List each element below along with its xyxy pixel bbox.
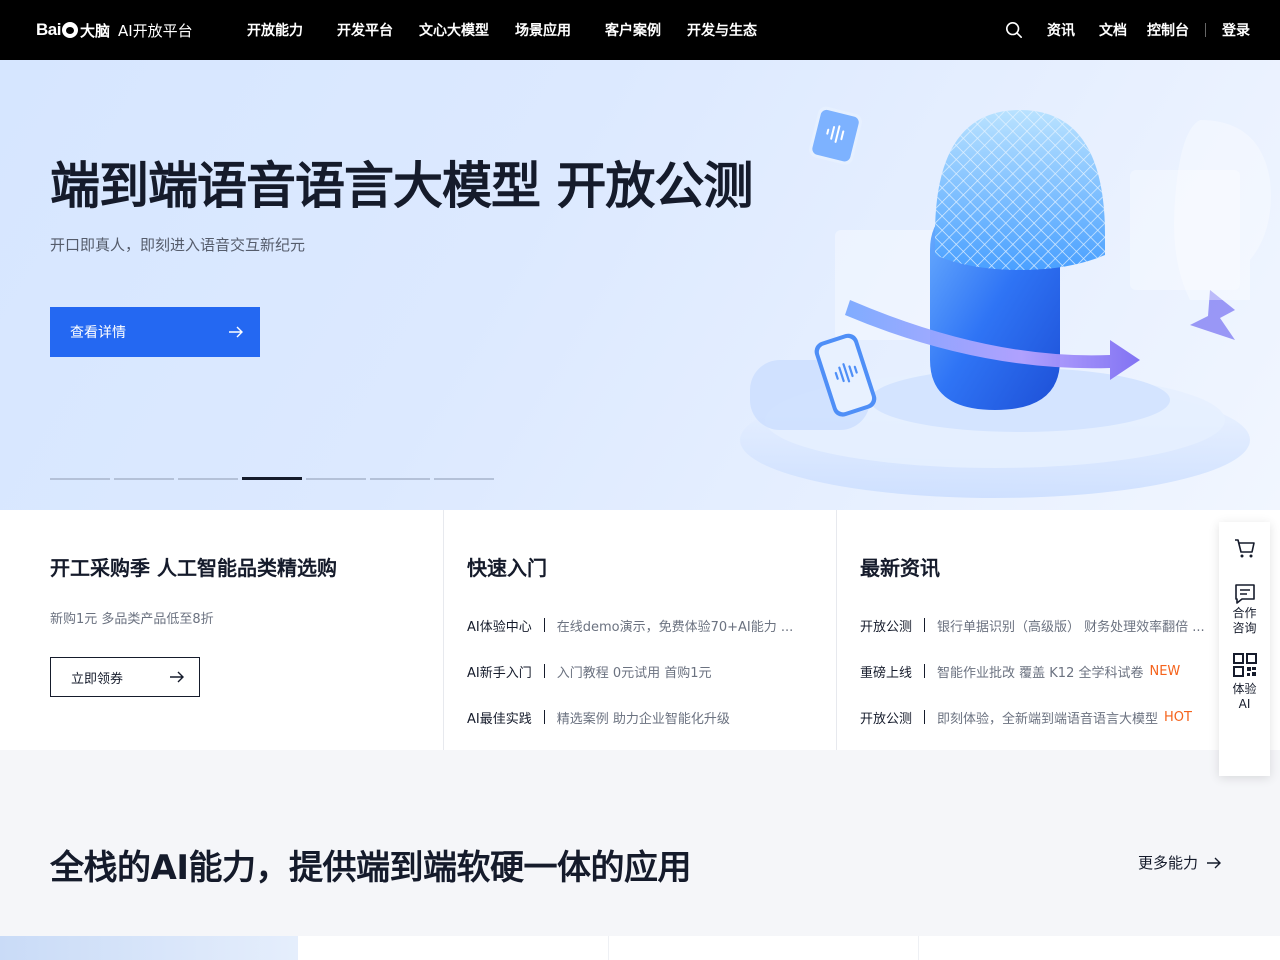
nav-open-capability[interactable]: 开放能力 [247, 20, 303, 40]
separator [543, 664, 545, 678]
list-item[interactable]: AI新手入门 入门教程 0元试用 首购1元 [467, 648, 827, 694]
view-details-label: 查看详情 [70, 325, 126, 341]
nav-dev-platform[interactable]: 开发平台 [337, 20, 393, 40]
carousel-dot[interactable] [370, 478, 430, 480]
consult-label: 合作咨询 [1232, 606, 1257, 635]
news-item-key: 开放公测 [860, 619, 913, 635]
separator [924, 664, 926, 678]
paw-icon [61, 22, 78, 38]
logo-text: Bai [36, 20, 61, 39]
microphone-illustration [740, 106, 1271, 498]
carousel-dot[interactable] [306, 478, 366, 480]
list-item-value: 精选案例 助力企业智能化升级 [556, 711, 730, 727]
baidu-wordmark: Bai du [36, 20, 79, 40]
arrow-right-icon [1207, 857, 1222, 868]
news-list: 开放公测 银行单据识别（高级版） 财务处理效率翻倍 ... 重磅上线 智能作业批… [860, 602, 1230, 740]
carousel-dot[interactable] [114, 478, 174, 480]
quick-start-card: 快速入门 AI体验中心 在线demo演示，免费体验70+AI能力 ... AI新… [444, 510, 837, 750]
news-item[interactable]: 开放公测 即刻体验，全新端到端语音语言大模型 HOT [860, 694, 1230, 740]
separator [924, 710, 926, 724]
nav-scenarios[interactable]: 场景应用 [515, 20, 571, 40]
list-item[interactable]: AI最佳实践 精选案例 助力企业智能化升级 [467, 694, 827, 740]
capability-card[interactable] [298, 936, 608, 960]
capability-card[interactable] [918, 936, 1280, 960]
nav-cases[interactable]: 客户案例 [605, 20, 661, 40]
hero-banner: 端到端语音语言大模型 开放公测 开口即真人，即刻进入语音交互新纪元 查看详情 [0, 60, 1280, 510]
list-item-key: AI新手入门 [467, 665, 532, 681]
logo-subtitle: AI开放平台 [117, 21, 193, 40]
top-nav-bar: Bai du 大脑 AI开放平台 开放能力 开发平台 文心大模型 场景应用 客户… [0, 0, 1280, 60]
news-card: 最新资讯 开放公测 银行单据识别（高级版） 财务处理效率翻倍 ... 重磅上线 … [837, 510, 1280, 750]
cart-icon [1234, 539, 1255, 558]
info-row: 开工采购季 人工智能品类精选购 新购1元 多品类产品低至8折 立即领券 快速入门… [0, 510, 1280, 750]
capability-card[interactable] [608, 936, 918, 960]
carousel-dot[interactable] [50, 478, 110, 480]
list-item-key: AI体验中心 [467, 619, 532, 635]
news-item-value: 银行单据识别（高级版） 财务处理效率翻倍 ... [937, 619, 1205, 635]
floating-toolbar: 合作咨询 体验AI [1219, 522, 1270, 776]
experience-ai-button[interactable]: 体验AI [1232, 652, 1258, 712]
hero-title: 端到端语音语言大模型 开放公测 [50, 157, 753, 215]
login-link[interactable]: 登录 [1222, 20, 1250, 40]
header-divider [1205, 23, 1206, 37]
capability-card[interactable] [0, 936, 298, 960]
news-item[interactable]: 重磅上线 智能作业批改 覆盖 K12 全学科试卷 NEW [860, 648, 1230, 694]
capability-cards-strip [0, 936, 1280, 960]
arrow-right-icon [170, 671, 184, 683]
news-title: 最新资讯 [860, 556, 940, 580]
qr-code-icon [1232, 653, 1257, 677]
list-item[interactable]: AI体验中心 在线demo演示，免费体验70+AI能力 ... [467, 602, 827, 648]
search-icon[interactable] [1005, 21, 1023, 39]
more-capabilities-link[interactable]: 更多能力 [1138, 852, 1222, 873]
consult-button[interactable]: 合作咨询 [1232, 582, 1258, 636]
hot-badge: HOT [1164, 709, 1192, 725]
news-item-key: 重磅上线 [860, 665, 913, 681]
hero-subtitle: 开口即真人，即刻进入语音交互新纪元 [50, 236, 306, 254]
carousel-dot-active[interactable] [242, 477, 302, 480]
news-item-value: 即刻体验，全新端到端语音语言大模型 [937, 711, 1159, 727]
nav-ecosystem[interactable]: 开发与生态 [687, 20, 757, 40]
quick-start-title: 快速入门 [467, 556, 547, 580]
separator [543, 618, 545, 632]
list-item-value: 在线demo演示，免费体验70+AI能力 ... [556, 619, 794, 635]
baidu-ai-logo[interactable]: Bai du 大脑 AI开放平台 [36, 14, 193, 46]
new-badge: NEW [1149, 663, 1181, 679]
claim-coupon-label: 立即领券 [71, 671, 124, 687]
nav-docs[interactable]: 文档 [1099, 20, 1127, 40]
quick-start-list: AI体验中心 在线demo演示，免费体验70+AI能力 ... AI新手入门 入… [467, 602, 827, 740]
news-item-value: 智能作业批改 覆盖 K12 全学科试卷 [937, 665, 1144, 681]
news-item[interactable]: 开放公测 银行单据识别（高级版） 财务处理效率翻倍 ... [860, 602, 1230, 648]
separator [924, 618, 926, 632]
nav-news[interactable]: 资讯 [1047, 20, 1075, 40]
carousel-dot[interactable] [178, 478, 238, 480]
experience-ai-label: 体验AI [1232, 682, 1257, 711]
list-item-value: 入门教程 0元试用 首购1元 [556, 665, 712, 681]
view-details-button[interactable]: 查看详情 [50, 307, 260, 357]
promo-card: 开工采购季 人工智能品类精选购 新购1元 多品类产品低至8折 立即领券 [0, 510, 444, 750]
nav-wenxin-model[interactable]: 文心大模型 [419, 20, 489, 40]
main-nav: 开放能力 开发平台 文心大模型 场景应用 客户案例 开发与生态 [234, 0, 770, 60]
chat-icon [1234, 584, 1255, 604]
header-right: 资讯 文档 控制台 登录 [1005, 0, 1250, 60]
arrow-right-icon [229, 326, 243, 338]
more-capabilities-label: 更多能力 [1138, 854, 1199, 872]
separator [543, 710, 545, 724]
cart-button[interactable] [1233, 536, 1257, 560]
promo-subtitle: 新购1元 多品类产品低至8折 [50, 612, 214, 627]
list-item-key: AI最佳实践 [467, 711, 532, 727]
carousel-indicators [50, 477, 498, 480]
section-title: 全栈的AI能力，提供端到端软硬一体的应用 [50, 848, 691, 888]
news-item-key: 开放公测 [860, 711, 913, 727]
promo-title: 开工采购季 人工智能品类精选购 [50, 556, 337, 580]
logo-brain: 大脑 [79, 21, 110, 40]
carousel-dot[interactable] [434, 478, 494, 480]
claim-coupon-button[interactable]: 立即领券 [50, 657, 200, 697]
nav-console[interactable]: 控制台 [1147, 20, 1189, 40]
